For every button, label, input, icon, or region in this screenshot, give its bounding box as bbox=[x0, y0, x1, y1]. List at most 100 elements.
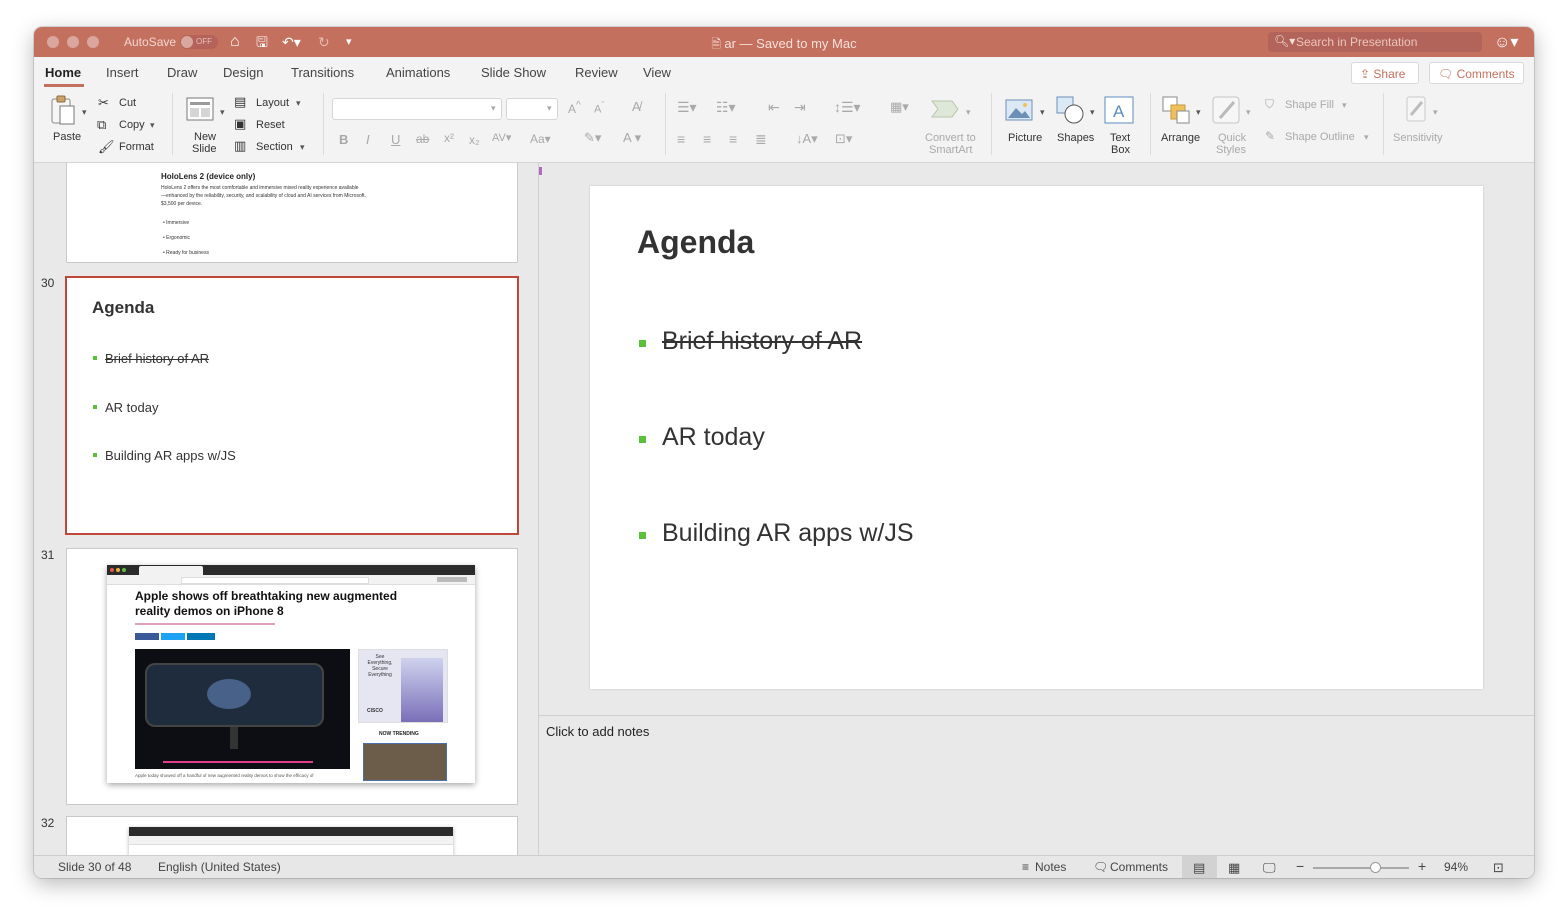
ribbon-separator bbox=[991, 93, 992, 155]
align-right-icon[interactable]: ≡ bbox=[729, 131, 737, 147]
layout-label: Layout bbox=[256, 97, 290, 109]
reset-label: Reset bbox=[256, 119, 285, 131]
ribbon-separator bbox=[665, 93, 666, 155]
search-box[interactable]: 🔍︎▾ Search in Presentation bbox=[1268, 32, 1482, 52]
slide-editor[interactable]: Agenda Brief history of AR AR today Buil… bbox=[539, 163, 1534, 715]
slide-thumbnail-31[interactable]: Apple shows off breathtaking new augment… bbox=[66, 548, 518, 805]
shape-outline-label: Shape Outline bbox=[1285, 131, 1355, 143]
bold-icon[interactable]: B bbox=[339, 132, 348, 147]
underline-icon[interactable]: U bbox=[391, 132, 400, 147]
align-text-icon[interactable]: ⊡▾ bbox=[835, 131, 852, 147]
slide-bullet-2[interactable]: AR today bbox=[662, 423, 765, 452]
notes-pane[interactable]: Click to add notes bbox=[539, 716, 1534, 855]
paste-icon bbox=[51, 95, 75, 125]
title-bar: AutoSave OFF ⌂ 🖫 ↶▾ ↻ ▾ 🗎 ar — Saved to … bbox=[34, 27, 1534, 57]
new-slide-label-2: Slide bbox=[192, 143, 217, 155]
article-byline bbox=[135, 623, 275, 625]
columns-icon[interactable]: ▦▾ bbox=[890, 99, 909, 115]
tab-draw[interactable]: Draw bbox=[167, 65, 197, 80]
subscript-icon[interactable]: x₂ bbox=[469, 133, 480, 147]
zoom-in-icon[interactable]: + bbox=[1418, 858, 1426, 874]
bullet-marker bbox=[639, 532, 646, 539]
slide-thumbnail-32[interactable] bbox=[66, 816, 518, 855]
current-slide[interactable]: Agenda Brief history of AR AR today Buil… bbox=[590, 186, 1483, 689]
slide-bullet-1[interactable]: Brief history of AR bbox=[662, 327, 862, 356]
shapes-icon bbox=[1056, 96, 1084, 124]
comment-icon: 🗨 bbox=[1438, 67, 1457, 81]
browser-tab-strip bbox=[107, 565, 475, 575]
tab-design[interactable]: Design bbox=[223, 65, 263, 80]
comments-button[interactable]: 🗨 Comments bbox=[1429, 62, 1524, 84]
increase-font-size-icon[interactable]: A^ bbox=[568, 100, 581, 116]
slide-title[interactable]: Agenda bbox=[637, 224, 754, 261]
increase-indent-icon[interactable]: ⇥ bbox=[794, 99, 806, 116]
character-spacing-icon[interactable]: AV▾ bbox=[492, 131, 511, 144]
thumb-bullet-2: AR today bbox=[105, 400, 159, 415]
video-phone-frame bbox=[145, 663, 324, 727]
slide-thumbnail-29[interactable]: HoloLens 2 (device only) HoloLens 2 offe… bbox=[66, 163, 518, 263]
zoom-out-icon[interactable]: − bbox=[1296, 858, 1304, 874]
font-color-icon[interactable]: A ▾ bbox=[623, 130, 641, 146]
notes-placeholder[interactable]: Click to add notes bbox=[546, 724, 649, 739]
zoom-level[interactable]: 94% bbox=[1444, 860, 1468, 874]
tab-animations[interactable]: Animations bbox=[386, 65, 450, 80]
font-name-dropdown[interactable]: ▾ bbox=[332, 98, 502, 120]
cut-label: Cut bbox=[119, 97, 137, 109]
slide-thumbnail-30[interactable]: Agenda Brief history of AR AR today Buil… bbox=[65, 276, 519, 535]
fit-to-window-icon[interactable]: ⊡ bbox=[1493, 860, 1504, 876]
clear-formatting-icon[interactable]: A̸ bbox=[632, 99, 641, 114]
bullets-icon[interactable]: ☰▾ bbox=[677, 99, 697, 116]
chevron-down-icon: ▾ bbox=[1090, 107, 1095, 117]
comments-status-label: Comments bbox=[1110, 860, 1169, 874]
presenter-view-icon[interactable]: 🖵 bbox=[1263, 860, 1276, 876]
superscript-icon[interactable]: x² bbox=[444, 131, 454, 145]
tab-insert[interactable]: Insert bbox=[106, 65, 139, 80]
feedback-smiley-icon[interactable]: ☺▾ bbox=[1494, 32, 1518, 52]
zoom-slider-knob[interactable] bbox=[1370, 862, 1382, 873]
strikethrough-icon[interactable]: ab bbox=[416, 132, 429, 146]
language-indicator[interactable]: English (United States) bbox=[158, 860, 281, 874]
quick-styles-label-1: Quick bbox=[1218, 132, 1247, 144]
line-spacing-icon[interactable]: ↕☰▾ bbox=[834, 99, 861, 116]
text-direction-icon[interactable]: ↓A▾ bbox=[796, 131, 818, 147]
tab-view[interactable]: View bbox=[643, 65, 671, 80]
align-center-icon[interactable]: ≡ bbox=[703, 131, 711, 147]
paste-dropdown-icon[interactable]: ▾ bbox=[82, 107, 87, 118]
tab-review[interactable]: Review bbox=[575, 65, 618, 80]
tab-home[interactable]: Home bbox=[45, 65, 81, 80]
font-size-dropdown[interactable]: ▾ bbox=[506, 98, 558, 120]
chevron-down-icon: ▾ bbox=[1196, 107, 1201, 117]
numbering-icon[interactable]: ☷▾ bbox=[716, 99, 736, 116]
facebook-share-button bbox=[135, 633, 159, 640]
thumb-bullets: • Immersive • Ergonomic • Ready for busi… bbox=[163, 216, 209, 261]
home-ribbon: Paste ▾ ✂ Cut ⧉ Copy ▾ 🖌 Format ▾ New Sl… bbox=[34, 87, 1534, 163]
align-left-icon[interactable]: ≡ bbox=[677, 131, 685, 147]
decrease-font-size-icon[interactable]: Aˇ bbox=[594, 100, 604, 116]
slide-bullet-3[interactable]: Building AR apps w/JS bbox=[662, 519, 914, 548]
slide-sorter-view-icon[interactable]: ▦ bbox=[1228, 860, 1240, 876]
tab-transitions[interactable]: Transitions bbox=[291, 65, 354, 80]
layout-dropdown-icon: ▾ bbox=[296, 98, 301, 108]
normal-view-button[interactable]: ▤ bbox=[1182, 856, 1217, 878]
italic-icon[interactable]: I bbox=[366, 132, 370, 147]
thumb-bullet-marker bbox=[93, 453, 97, 457]
thumb-bullet: • Immersive bbox=[163, 220, 190, 226]
document-title: ar — Saved to my Mac bbox=[724, 36, 857, 51]
justify-icon[interactable]: ≣ bbox=[755, 131, 767, 148]
chevron-down-icon: ▾ bbox=[547, 103, 552, 113]
highlight-icon[interactable]: ✎▾ bbox=[584, 130, 601, 146]
change-case-icon[interactable]: Aa▾ bbox=[530, 132, 551, 146]
zoom-slider[interactable] bbox=[1313, 862, 1409, 873]
slide-thumbnail-panel[interactable]: HoloLens 2 (device only) HoloLens 2 offe… bbox=[34, 163, 538, 855]
document-icon: 🗎 bbox=[711, 37, 725, 51]
bullet-marker bbox=[639, 436, 646, 443]
article-ad: See Everything, Secure Everything CISCO bbox=[358, 649, 448, 723]
thumb-bullet-text: Immersive bbox=[166, 220, 190, 226]
search-placeholder: Search in Presentation bbox=[1296, 35, 1418, 49]
share-button[interactable]: ⇪ Share bbox=[1351, 62, 1419, 84]
decrease-indent-icon[interactable]: ⇤ bbox=[768, 99, 780, 116]
video-progress bbox=[163, 761, 313, 763]
powerpoint-window: AutoSave OFF ⌂ 🖫 ↶▾ ↻ ▾ 🗎 ar — Saved to … bbox=[34, 27, 1534, 878]
text-box-label-2: Box bbox=[1111, 144, 1130, 156]
tab-slide-show[interactable]: Slide Show bbox=[481, 65, 546, 80]
